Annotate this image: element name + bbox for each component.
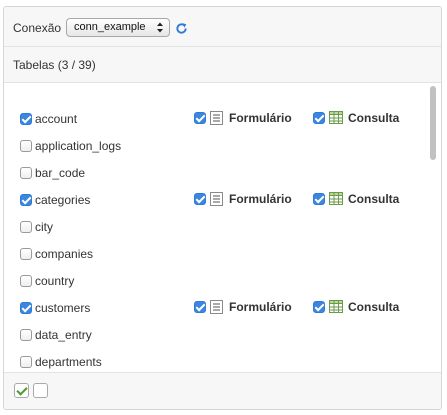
select-none-button[interactable] [33,383,48,398]
query-checkbox[interactable] [313,112,325,124]
table-row: bar_code [4,159,424,186]
table-name: data_entry [35,328,92,342]
table-row: companies [4,240,424,267]
form-label: Formulário [229,192,292,206]
table-row: data_entry [4,321,424,348]
table-row: account Formulário Consulta [4,105,424,132]
table-name: departments [35,355,102,369]
table-checkbox[interactable] [20,248,32,260]
select-all-button[interactable] [14,383,29,398]
scrollbar[interactable] [429,86,437,372]
connection-label: Conexão [13,21,62,35]
form-label: Formulário [229,111,292,125]
table-row: application_logs [4,132,424,159]
table-checkbox[interactable] [20,221,32,233]
table-selection-panel: Conexão conn_example Tabelas (3 / 39) ac… [3,6,442,410]
table-name: categories [35,193,91,207]
refresh-icon[interactable] [175,22,188,35]
table-checkbox[interactable] [20,302,32,314]
table-checkbox[interactable] [20,140,32,152]
tables-header-bar: Tabelas (3 / 39) [4,47,441,83]
query-label: Consulta [348,300,400,314]
table-checkbox[interactable] [20,113,32,125]
grid-icon [329,192,343,205]
table-name: companies [35,247,94,261]
form-checkbox[interactable] [194,112,206,124]
query-checkbox[interactable] [313,301,325,313]
table-name: account [35,112,78,126]
table-checkbox[interactable] [20,329,32,341]
table-checkbox[interactable] [20,356,32,368]
query-checkbox[interactable] [313,193,325,205]
select-arrows-icon [157,22,163,33]
connection-bar: Conexão conn_example [4,7,441,47]
table-row: country [4,267,424,294]
table-name: application_logs [35,139,122,153]
table-row: categories Formulário Consulta [4,186,424,213]
grid-icon [329,111,343,124]
form-icon [210,192,223,206]
form-icon [210,300,223,314]
table-list: account Formulário Consulta application_log… [4,84,441,372]
query-label: Consulta [348,192,400,206]
query-label: Consulta [348,111,400,125]
table-row: city [4,213,424,240]
form-checkbox[interactable] [194,193,206,205]
form-label: Formulário [229,300,292,314]
connection-select-value: conn_example [74,21,146,33]
scrollbar-thumb[interactable] [430,86,436,160]
table-checkbox[interactable] [20,167,32,179]
form-checkbox[interactable] [194,301,206,313]
table-name: customers [35,301,91,315]
table-checkbox[interactable] [20,194,32,206]
form-icon [210,111,223,125]
footer-bar [4,372,441,409]
table-name: country [35,274,75,288]
table-name: city [35,220,53,234]
tables-count-label: Tabelas (3 / 39) [13,58,96,72]
table-checkbox[interactable] [20,275,32,287]
connection-select[interactable]: conn_example [66,18,170,37]
grid-icon [329,300,343,313]
table-row: customers Formulário Consulta [4,294,424,321]
table-row: departments [4,348,424,375]
table-name: bar_code [35,166,86,180]
